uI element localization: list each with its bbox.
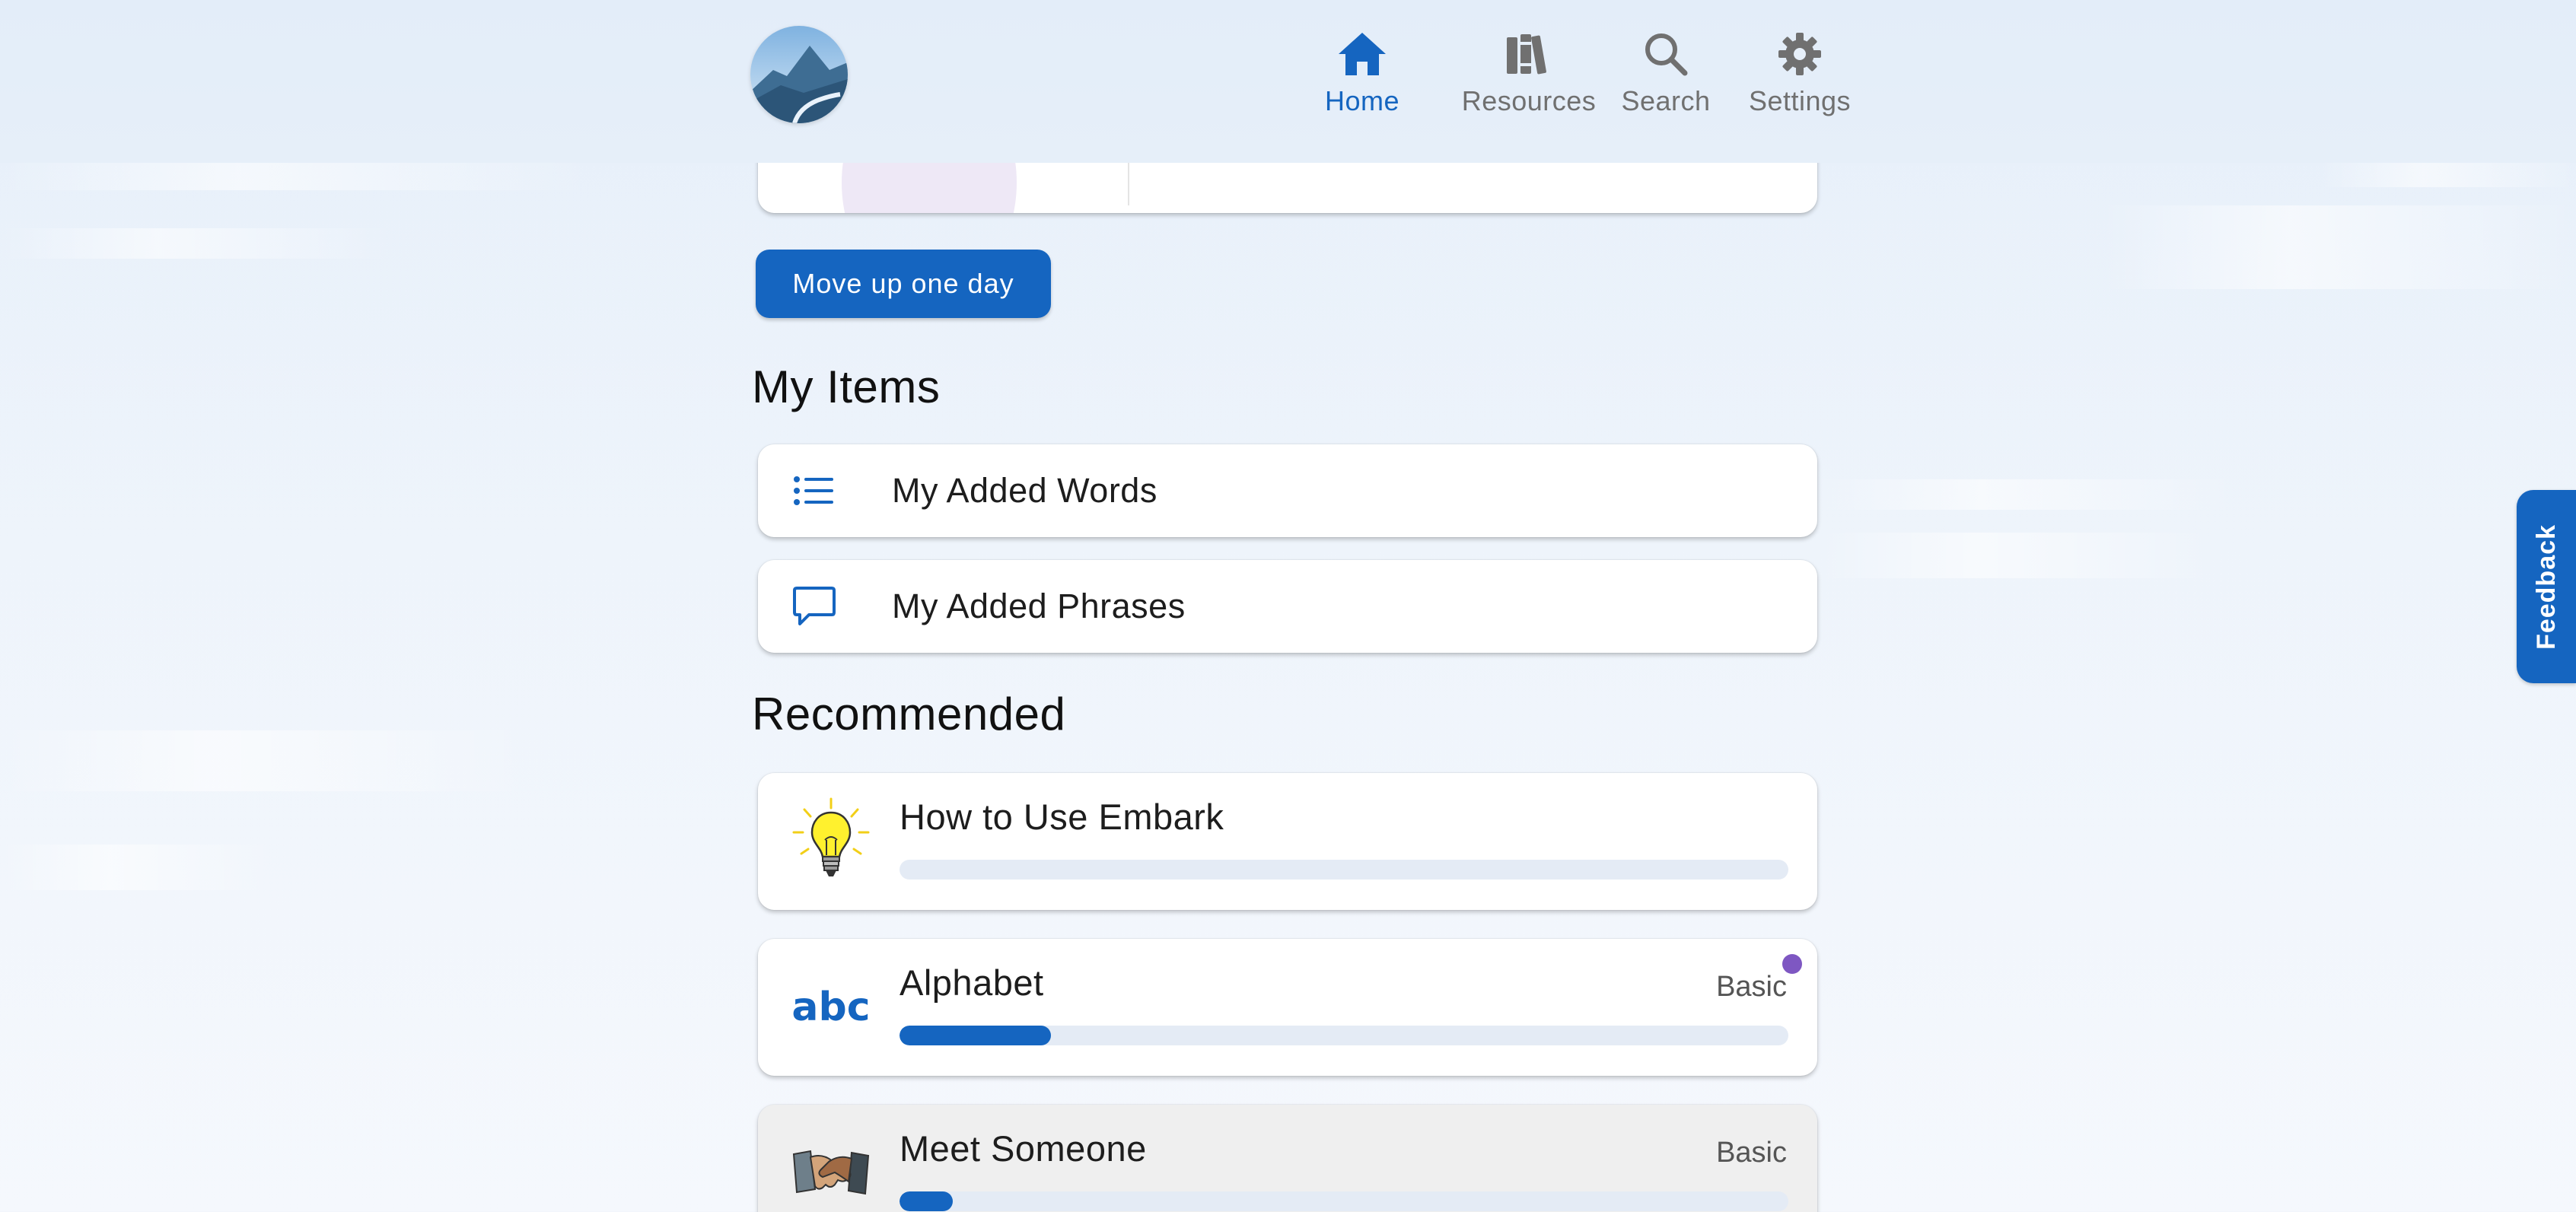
background-streak xyxy=(2100,205,2576,289)
lesson-level: Basic xyxy=(1716,1137,1787,1169)
lesson-title: How to Use Embark xyxy=(900,797,1224,837)
nav-settings[interactable]: Settings xyxy=(1743,27,1857,117)
feedback-label: Feedback xyxy=(2531,523,2561,650)
lesson-progress-bar xyxy=(900,1191,1788,1211)
my-added-words-item[interactable]: My Added Words xyxy=(758,444,1817,537)
recommended-heading: Recommended xyxy=(752,689,1066,740)
background-streak xyxy=(2321,160,2576,187)
handshake-icon xyxy=(785,1128,877,1212)
list-icon xyxy=(791,468,837,514)
background-streak xyxy=(1819,533,2215,578)
background-streak xyxy=(0,845,274,890)
nav-label: Resources xyxy=(1461,85,1597,116)
background-streak xyxy=(0,228,396,259)
main-nav: Home Resources Search Settings xyxy=(1317,27,1857,117)
list-item-label: My Added Words xyxy=(892,471,1157,510)
list-item-label: My Added Phrases xyxy=(892,587,1186,625)
lesson-card-how-to-use[interactable]: How to Use Embark xyxy=(758,773,1817,910)
abc-icon: abc xyxy=(785,962,877,1053)
gear-icon xyxy=(1777,27,1823,81)
home-icon xyxy=(1337,27,1387,81)
abc-icon-text: abc xyxy=(791,985,871,1030)
nav-label: Settings xyxy=(1748,85,1852,116)
lesson-progress-fill xyxy=(900,1191,954,1211)
speech-bubble-icon xyxy=(791,584,837,629)
nav-resources[interactable]: Resources xyxy=(1434,27,1624,117)
nav-home[interactable]: Home xyxy=(1317,27,1408,117)
app-logo[interactable] xyxy=(750,26,848,123)
background-streak xyxy=(1811,479,2237,510)
lesson-card-meet-someone[interactable]: Meet Someone Basic xyxy=(758,1105,1817,1212)
lesson-progress-bar xyxy=(900,860,1788,880)
lesson-level: Basic xyxy=(1716,971,1787,1003)
feedback-tab[interactable]: Feedback xyxy=(2517,490,2576,683)
move-up-one-day-button[interactable]: Move up one day xyxy=(756,250,1051,318)
lesson-title: Alphabet xyxy=(900,962,1044,1003)
lesson-card-alphabet[interactable]: abc Alphabet Basic xyxy=(758,939,1817,1076)
top-nav-bar: Home Resources Search Settings xyxy=(0,0,2576,163)
lesson-progress-fill xyxy=(900,1026,1051,1045)
background-streak xyxy=(0,730,533,791)
lightbulb-icon xyxy=(785,796,877,887)
app-page: My Items My Added Words My Added Phrases… xyxy=(0,0,2576,1212)
my-added-phrases-item[interactable]: My Added Phrases xyxy=(758,560,1817,653)
my-items-heading: My Items xyxy=(752,361,941,412)
daily-card-divider xyxy=(1128,160,1129,205)
lesson-title: Meet Someone xyxy=(900,1128,1147,1169)
nav-label: Search xyxy=(1621,85,1711,116)
books-icon xyxy=(1505,27,1552,81)
nav-search[interactable]: Search xyxy=(1609,27,1723,117)
nav-label: Home xyxy=(1324,85,1400,116)
lesson-progress-bar xyxy=(900,1026,1788,1045)
search-icon xyxy=(1643,27,1689,81)
